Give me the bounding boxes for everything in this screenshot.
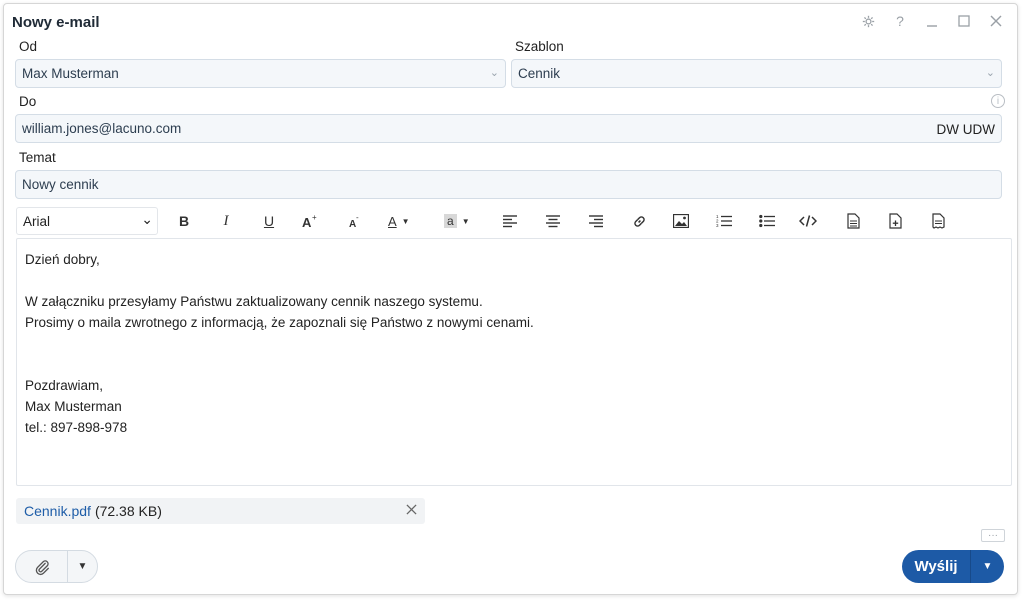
subject-label: Temat <box>19 150 56 165</box>
svg-text:3: 3 <box>716 223 719 228</box>
chevron-down-icon: ⌄ <box>489 67 499 79</box>
caret-down-icon: ▼ <box>77 561 88 572</box>
attach-button-group: ▼ <box>15 550 98 583</box>
from-label: Od <box>19 39 38 54</box>
font-family-select[interactable]: Arial ⌄ <box>16 207 158 235</box>
body-line <box>25 270 1003 291</box>
source-code-icon[interactable] <box>798 209 818 233</box>
email-compose-window: Nowy e-mail ? Od Max Musterman ⌄ Szablon… <box>3 3 1018 595</box>
link-icon[interactable] <box>629 209 649 233</box>
attachment-filename-link[interactable]: Cennik.pdf <box>24 503 91 519</box>
body-line: Pozdrawiam, <box>25 378 104 393</box>
underline-button[interactable]: U <box>259 209 279 233</box>
font-color-glyph: A <box>388 213 397 229</box>
image-icon[interactable] <box>671 209 691 233</box>
body-line: tel.: 897-898-978 <box>25 420 128 435</box>
more-options-button[interactable]: ··· <box>981 529 1005 542</box>
subject-input[interactable]: Nowy cennik <box>15 170 1002 199</box>
paperclip-icon <box>35 559 49 575</box>
svg-text:+: + <box>312 214 317 222</box>
attachment-size: (72.38 KB) <box>94 503 162 519</box>
chevron-down-icon: ⌄ <box>141 211 153 227</box>
attachment-chip: Cennik.pdf (72.38 KB) <box>16 498 425 524</box>
send-options-dropdown[interactable]: ▼ <box>971 550 1004 583</box>
chevron-down-icon: ⌄ <box>985 67 995 79</box>
from-value: Max Musterman <box>22 66 119 81</box>
editor-toolbar: Arial ⌄ B I U A + A- A ▼ a ▼ 1 2 3 <box>16 207 1005 237</box>
caret-down-icon: ▼ <box>982 561 993 572</box>
body-line: Max Musterman <box>25 399 122 414</box>
template-label: Szablon <box>515 39 564 54</box>
message-body-editor[interactable]: Dzień dobry, W załączniku przesyłamy Pań… <box>16 238 1012 486</box>
subject-value: Nowy cennik <box>22 177 99 192</box>
numbered-list-icon[interactable]: 123 <box>714 209 734 233</box>
decrease-font-size-button[interactable]: A- <box>345 209 365 233</box>
align-right-button[interactable] <box>586 209 606 233</box>
increase-font-size-button[interactable]: A + <box>300 209 320 233</box>
svg-text:A: A <box>302 215 312 228</box>
send-button-group: Wyślij ▼ <box>902 550 1004 583</box>
body-line <box>25 354 1003 375</box>
minimize-icon[interactable] <box>919 10 945 32</box>
remove-attachment-icon[interactable] <box>406 502 417 518</box>
send-button[interactable]: Wyślij <box>902 550 971 583</box>
to-label: Do <box>19 94 37 109</box>
attach-file-button[interactable] <box>16 551 68 582</box>
cc-bcc-toggle[interactable]: DW UDW <box>937 122 995 137</box>
info-icon[interactable]: i <box>991 94 1005 108</box>
settings-icon[interactable] <box>855 10 881 32</box>
font-family-value: Arial <box>23 213 51 229</box>
bg-color-glyph: a <box>444 214 457 228</box>
maximize-icon[interactable] <box>951 10 977 32</box>
body-line <box>25 333 1003 354</box>
attach-options-dropdown[interactable]: ▼ <box>68 551 97 582</box>
template-value: Cennik <box>518 66 561 81</box>
template-select[interactable]: Cennik ⌄ <box>511 59 1002 88</box>
help-icon[interactable]: ? <box>887 10 913 32</box>
background-color-button[interactable]: a ▼ <box>444 209 470 233</box>
template-document-icon[interactable] <box>928 209 948 233</box>
title-bar: Nowy e-mail ? <box>4 4 1017 38</box>
italic-button[interactable]: I <box>216 209 236 233</box>
bold-button[interactable]: B <box>174 209 194 233</box>
add-document-icon[interactable] <box>885 209 905 233</box>
document-icon[interactable] <box>843 209 863 233</box>
caret-down-icon: ▼ <box>461 216 470 226</box>
window-controls: ? <box>855 10 1009 32</box>
to-value: william.jones@lacuno.com <box>22 121 182 136</box>
body-line: W załączniku przesyłamy Państwu zaktuali… <box>25 294 483 309</box>
body-line: Prosimy o maila zwrotnego z informacją, … <box>25 315 534 330</box>
close-icon[interactable] <box>983 10 1009 32</box>
font-color-button[interactable]: A ▼ <box>388 209 410 233</box>
align-left-button[interactable] <box>500 209 520 233</box>
bullet-list-icon[interactable] <box>757 209 777 233</box>
body-line: Dzień dobry, <box>25 252 100 267</box>
caret-down-icon: ▼ <box>401 216 410 226</box>
window-title: Nowy e-mail <box>12 14 100 31</box>
from-select[interactable]: Max Musterman ⌄ <box>15 59 506 88</box>
align-center-button[interactable] <box>543 209 563 233</box>
to-input[interactable]: william.jones@lacuno.com DW UDW <box>15 114 1002 143</box>
svg-text:-: - <box>356 214 359 222</box>
